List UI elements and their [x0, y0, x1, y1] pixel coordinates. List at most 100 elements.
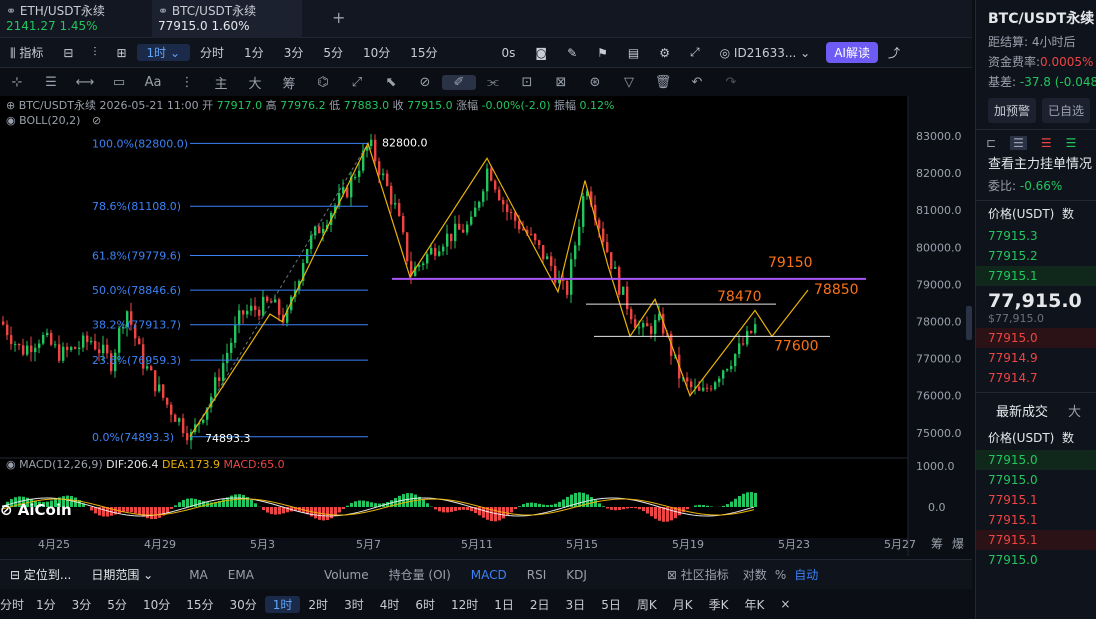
big-trades-tab[interactable]: 大 — [1068, 401, 1081, 420]
hide-icon[interactable]: ⊘ — [92, 114, 101, 127]
interval-option[interactable]: 15分 — [400, 44, 447, 61]
price-chart-svg[interactable]: 83000.0 82000.0 81000.0 80000.0 79000.0 78000… — [0, 96, 972, 556]
grid-icon[interactable]: ⊞ — [106, 46, 136, 60]
favorited-button[interactable]: 已自选 — [1042, 98, 1091, 123]
interval-option[interactable]: 12时 — [443, 596, 486, 613]
interval-option[interactable]: 30分 — [222, 596, 265, 613]
interval-option[interactable]: 5日 — [593, 596, 629, 613]
ind-kdj[interactable]: KDJ — [556, 568, 597, 582]
more-icon[interactable]: ⋮ — [170, 75, 204, 90]
trash-icon[interactable]: 🗑 — [646, 75, 680, 90]
layers-icon[interactable]: ▤ — [618, 46, 649, 60]
interval-option[interactable]: 周K — [629, 596, 665, 613]
interval-option[interactable]: 3分 — [274, 44, 314, 61]
ind-macd[interactable]: MACD — [461, 568, 517, 582]
pattern-icon[interactable]: ⫘ — [476, 75, 510, 90]
hline-icon[interactable]: ⟷ — [68, 75, 102, 90]
interval-option[interactable]: 2日 — [522, 596, 558, 613]
community-indicator-button[interactable]: ⊠ 社区指标 — [657, 566, 739, 583]
interval-option-active[interactable]: 1时 — [264, 595, 301, 613]
log-toggle[interactable]: 对数 — [739, 566, 771, 583]
visibility-icon[interactable]: ⊠ — [544, 75, 578, 90]
interval-option[interactable]: 3时 — [336, 596, 372, 613]
ruler-icon[interactable]: ⊘ — [408, 75, 442, 90]
interval-option[interactable]: 1分 — [234, 44, 274, 61]
indicator-button[interactable]: ⫼ 指标 — [0, 44, 53, 61]
tab-btc[interactable]: ⚭ BTC/USDT永续 77915.0 1.60% — [152, 0, 302, 38]
date-range-button[interactable]: 日期范围 ⌄ — [81, 566, 163, 583]
big-order-button[interactable]: 大 — [238, 73, 272, 92]
pen-icon[interactable]: ✎ — [557, 46, 587, 60]
main-chart-button[interactable]: 主 — [204, 73, 238, 92]
lock-icon[interactable]: ⊡ — [510, 75, 544, 90]
book-both-icon[interactable]: ⊏ — [986, 136, 996, 150]
ask-row[interactable]: 77915.3 — [976, 226, 1096, 246]
interval-option[interactable]: 月K — [665, 596, 701, 613]
magnet-icon[interactable]: ⊛ — [578, 75, 612, 90]
share-icon[interactable]: ⤴ — [878, 44, 910, 61]
layout-icon[interactable]: ⊟ — [53, 46, 83, 60]
interval-option[interactable]: 5分 — [313, 44, 353, 61]
gear-icon[interactable]: ⚙ — [649, 46, 680, 60]
book-bids-icon[interactable]: ☰ — [1066, 136, 1077, 150]
ohlc-header: ⊕ BTC/USDT永续 2026-05-21 11:00 开 77917.0 … — [6, 97, 615, 113]
interval-option[interactable]: 6时 — [407, 596, 443, 613]
bid-row[interactable]: 77914.9 — [976, 348, 1096, 368]
main-orders-link[interactable]: 查看主力挂单情况 — [976, 154, 1096, 176]
ind-volume[interactable]: Volume — [314, 568, 379, 582]
replay-button[interactable]: 0s — [492, 46, 526, 60]
interval-option[interactable]: 10分 — [353, 44, 400, 61]
camera-icon[interactable]: ◙ — [525, 46, 557, 60]
filter-icon[interactable]: ▽ — [612, 75, 646, 90]
interval-option[interactable]: 年K — [736, 596, 772, 613]
interval-option[interactable]: 1分 — [28, 596, 64, 613]
percent-toggle[interactable]: % — [771, 568, 790, 582]
chip-button[interactable]: 筹 — [272, 73, 306, 92]
ind-ma[interactable]: MA — [179, 568, 218, 582]
pointer-icon[interactable]: ⬉ — [374, 75, 408, 90]
interval-option[interactable]: 2时 — [300, 596, 336, 613]
ind-oi[interactable]: 持仓量 (OI) — [379, 566, 461, 583]
add-tab-button[interactable]: + — [332, 8, 345, 27]
interval-option[interactable]: 15分 — [178, 596, 221, 613]
latest-trades-tab[interactable]: 最新成交 — [996, 401, 1048, 420]
interval-select[interactable]: 1时 ⌄ — [136, 44, 191, 61]
ask-row[interactable]: 77915.2 — [976, 246, 1096, 266]
brush-icon[interactable]: ✐ — [442, 74, 476, 90]
draw-icon[interactable]: ⌬ — [306, 75, 340, 90]
ask-row[interactable]: 77915.1 — [976, 266, 1096, 286]
interval-option[interactable]: 3分 — [64, 596, 100, 613]
flag-icon[interactable]: ⚑ — [587, 46, 618, 60]
redo-icon[interactable]: ↷ — [714, 75, 748, 90]
undo-icon[interactable]: ↶ — [680, 75, 714, 90]
book-asks-icon[interactable]: ☰ — [1041, 136, 1052, 150]
ind-rsi[interactable]: RSI — [517, 568, 557, 582]
interval-option[interactable]: 4时 — [372, 596, 408, 613]
interval-option[interactable]: 3日 — [558, 596, 594, 613]
text-icon[interactable]: Aa — [136, 75, 170, 90]
candle-icon[interactable]: ⫶ — [83, 45, 106, 60]
book-split-icon[interactable]: ☰ — [1010, 136, 1027, 150]
cursor-icon[interactable]: ⊹ — [0, 75, 34, 90]
bid-row[interactable]: 77914.7 — [976, 368, 1096, 388]
tab-eth[interactable]: ⚭ ETH/USDT永续 2141.27 1.45% — [0, 0, 150, 38]
interval-option[interactable]: 5分 — [99, 596, 135, 613]
auto-toggle[interactable]: 自动 — [790, 566, 822, 583]
ai-button[interactable]: AI解读 — [826, 42, 878, 63]
expand-icon[interactable]: ⤢ — [680, 45, 710, 60]
menu-icon[interactable]: ☰ — [34, 75, 68, 90]
interval-option[interactable]: 季K — [701, 596, 737, 613]
ind-ema[interactable]: EMA — [218, 568, 264, 582]
bid-row[interactable]: 77915.0 — [976, 328, 1096, 348]
locate-button[interactable]: ⊟ 定位到... — [0, 566, 81, 583]
interval-option[interactable]: 分时 — [0, 596, 28, 613]
account-select[interactable]: ◎ ID21633... ⌄ — [710, 46, 821, 60]
interval-option[interactable]: 分时 — [190, 44, 234, 61]
add-alert-button[interactable]: 加预警 — [988, 98, 1037, 123]
interval-option[interactable]: 1日 — [486, 596, 522, 613]
chart-area[interactable]: 83000.0 82000.0 81000.0 80000.0 79000.0 78000… — [0, 96, 972, 556]
rect-icon[interactable]: ▭ — [102, 75, 136, 90]
fullscreen-icon[interactable]: ⤢ — [340, 75, 374, 90]
interval-option[interactable]: 10分 — [135, 596, 178, 613]
close-icon[interactable]: × — [772, 597, 798, 611]
